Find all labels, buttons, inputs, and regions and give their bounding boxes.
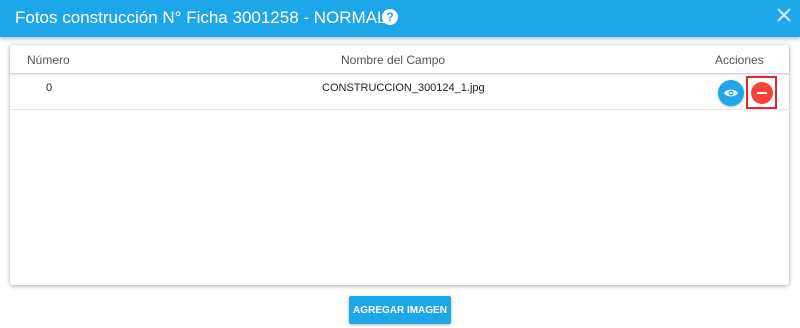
dialog-header: Fotos construcción N° Ficha 3001258 - NO… bbox=[0, 0, 800, 37]
minus-icon bbox=[757, 92, 767, 94]
cell-nombre: CONSTRUCCION_300124_1.jpg bbox=[322, 82, 485, 94]
close-icon[interactable] bbox=[776, 7, 792, 23]
dialog-title: Fotos construcción N° Ficha 3001258 - NO… bbox=[15, 8, 387, 27]
view-button[interactable] bbox=[718, 80, 744, 106]
delete-button-highlight bbox=[746, 76, 777, 109]
delete-button[interactable] bbox=[751, 82, 773, 104]
column-header-numero: Número bbox=[27, 53, 70, 67]
column-header-nombre: Nombre del Campo bbox=[341, 53, 446, 67]
question-circle-icon[interactable]: ? bbox=[382, 9, 398, 25]
add-image-button[interactable]: AGREGAR IMAGEN bbox=[349, 296, 451, 324]
cell-numero: 0 bbox=[46, 82, 53, 94]
table-header: Número Nombre del Campo Acciones bbox=[10, 45, 789, 74]
photos-table-card: Número Nombre del Campo Acciones 0 CONST… bbox=[10, 45, 789, 285]
eye-icon bbox=[724, 89, 738, 97]
column-header-acciones: Acciones bbox=[715, 53, 764, 67]
table-row: 0 CONSTRUCCION_300124_1.jpg bbox=[10, 75, 789, 110]
